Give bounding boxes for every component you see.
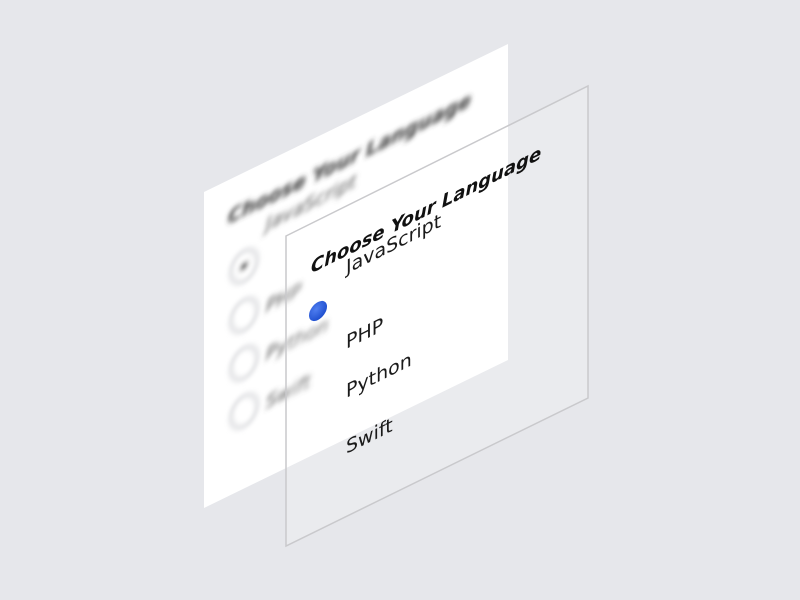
illustration: Choose Your Language JavaScript PHP Pyth… (204, 44, 589, 548)
scene: Choose Your Language JavaScript PHP Pyth… (0, 0, 800, 600)
